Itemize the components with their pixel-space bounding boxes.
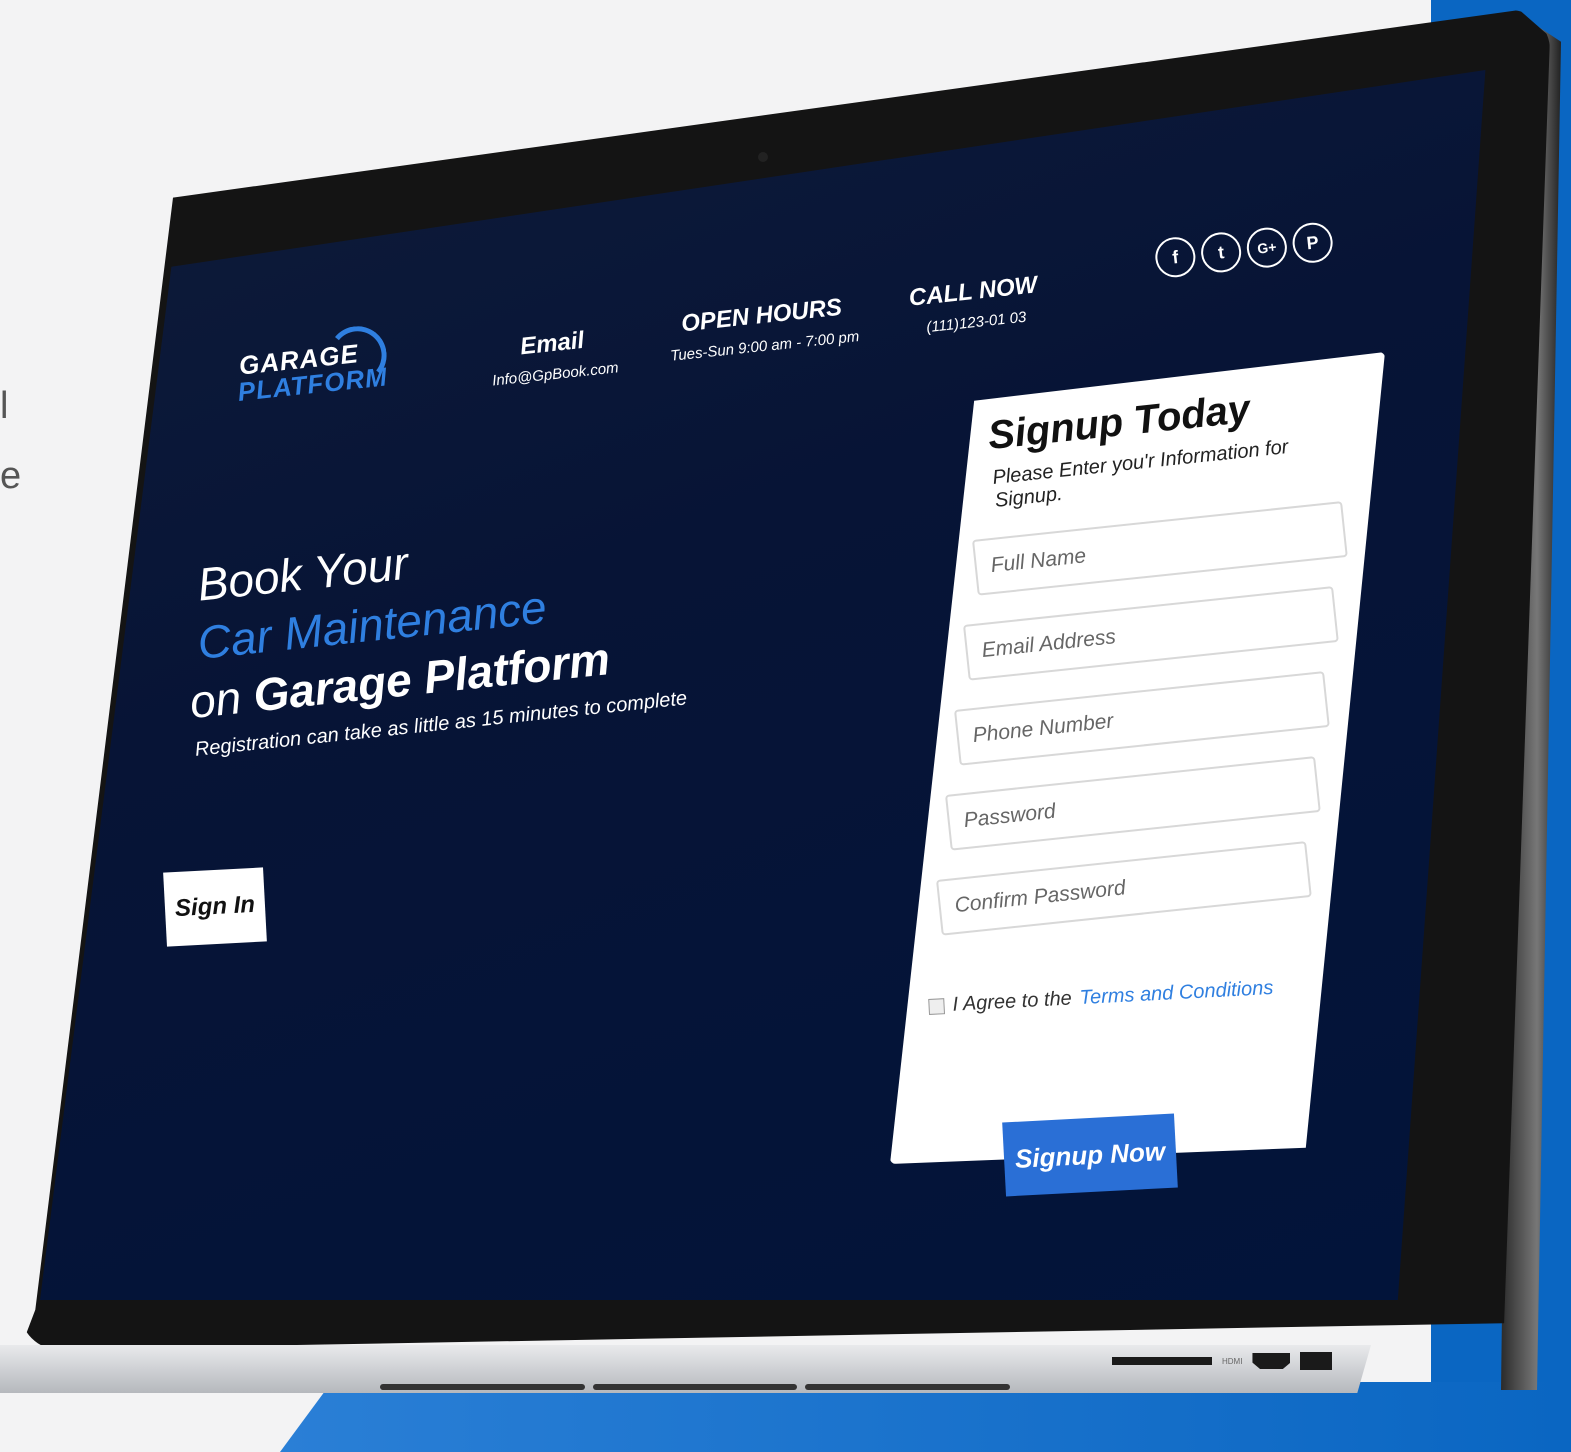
facebook-icon[interactable]: f: [1153, 235, 1198, 280]
camera-icon: [758, 152, 768, 162]
pinterest-icon[interactable]: P: [1290, 220, 1335, 265]
side-text-1: l: [0, 385, 9, 427]
laptop-base-vents: [380, 1384, 1011, 1394]
port-slot: [1112, 1357, 1212, 1365]
sign-in-button[interactable]: Sign In: [163, 867, 267, 947]
signup-now-button[interactable]: Signup Now: [1002, 1113, 1178, 1197]
google-plus-icon[interactable]: G+: [1244, 225, 1289, 270]
hdmi-port-icon: [1252, 1353, 1291, 1369]
agree-checkbox[interactable]: [928, 997, 945, 1015]
side-text-2: e: [0, 455, 22, 497]
hero-line-3-prefix: on: [187, 669, 257, 729]
laptop-ports: HDMI: [1112, 1352, 1333, 1370]
usb-port-icon: [1300, 1352, 1333, 1370]
twitter-icon[interactable]: t: [1199, 230, 1244, 275]
hdmi-label: HDMI: [1222, 1356, 1243, 1366]
